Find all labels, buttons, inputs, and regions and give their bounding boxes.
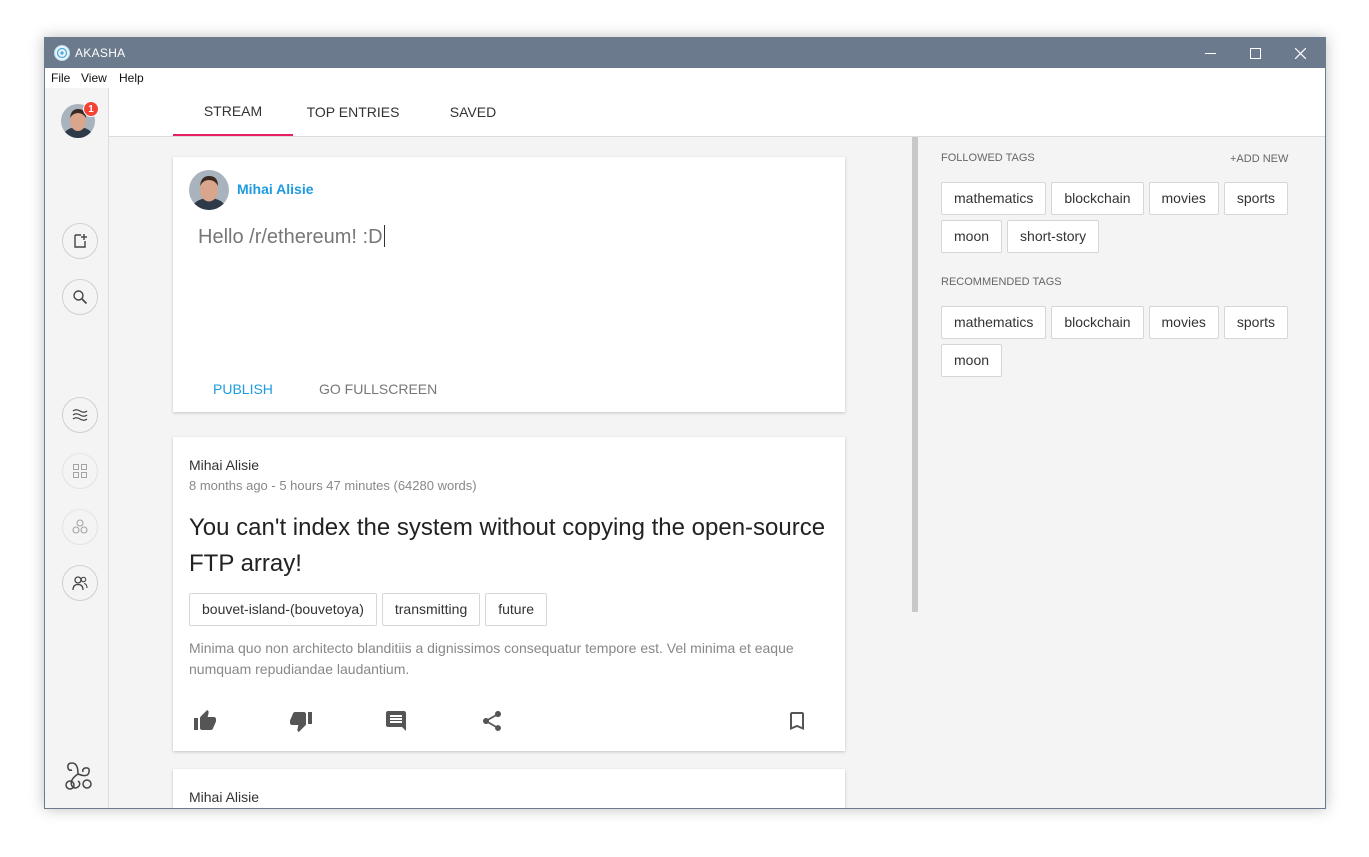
akasha-logo-icon[interactable]	[61, 758, 95, 792]
entry-card[interactable]: Mihai Alisie 8 months ago - 5 hours 47 m…	[173, 437, 845, 751]
upvote-button[interactable]	[193, 709, 217, 733]
new-entry-icon	[74, 234, 87, 248]
recommended-tag[interactable]: blockchain	[1051, 306, 1144, 339]
entry-title[interactable]: You can't index the system without copyi…	[189, 510, 839, 582]
editor-author-name[interactable]: Mihai Alisie	[237, 181, 314, 197]
communities-icon	[72, 519, 88, 534]
entry-meta: 8 months ago - 5 hours 47 minutes (64280…	[189, 478, 477, 493]
share-icon	[483, 711, 501, 731]
share-button[interactable]	[480, 709, 504, 733]
search-icon	[73, 290, 88, 305]
entry-tags: bouvet-island-(bouvetoya) transmitting fut…	[189, 593, 552, 631]
entry-editor: Mihai Alisie Hello /r/ethereum! :D PUBLI…	[173, 157, 845, 412]
close-icon	[1295, 47, 1306, 59]
add-new-tag-button[interactable]: +ADD NEW	[1230, 153, 1288, 165]
stream-button[interactable]	[62, 397, 98, 433]
text-caret	[383, 225, 385, 247]
entry-author[interactable]: Mihai Alisie	[189, 457, 259, 473]
entry-tag[interactable]: transmitting	[381, 593, 481, 626]
menu-file[interactable]: File	[51, 71, 70, 85]
apps-icon	[73, 464, 87, 478]
sidebar: 1	[45, 88, 109, 808]
new-entry-button[interactable]	[62, 223, 98, 259]
entry-tag[interactable]: future	[485, 593, 548, 626]
recommended-tag[interactable]: movies	[1148, 306, 1219, 339]
followed-tag[interactable]: movies	[1148, 182, 1219, 215]
tags-panel: FOLLOWED TAGS +ADD NEW mathematics blockc…	[918, 137, 1325, 808]
people-button[interactable]	[62, 565, 98, 601]
recommended-tag[interactable]: mathematics	[941, 306, 1047, 339]
akasha-app-icon	[54, 45, 70, 61]
recommended-tags-list: mathematics blockchain movies sports moon	[941, 306, 1321, 382]
downvote-button[interactable]	[289, 709, 313, 733]
recommended-tags-heading: RECOMMENDED TAGS	[941, 276, 1062, 288]
recommended-tag[interactable]: sports	[1223, 306, 1288, 339]
bookmark-icon	[790, 712, 804, 730]
apps-button[interactable]	[62, 453, 98, 489]
recommended-tag[interactable]: moon	[941, 344, 1003, 377]
menu-help[interactable]: Help	[119, 71, 144, 85]
entry-author[interactable]: Mihai Alisie	[189, 789, 259, 805]
followed-tag[interactable]: short-story	[1007, 220, 1100, 253]
stream-icon	[72, 409, 88, 421]
app-window: AKASHA File View Help 1 STREAM TOP ENTRI…	[44, 37, 1326, 809]
entry-excerpt: Minima quo non architecto blanditiis a d…	[189, 640, 794, 677]
comment-button[interactable]	[384, 709, 408, 733]
followed-tag[interactable]: sports	[1223, 182, 1288, 215]
menu-view[interactable]: View	[81, 71, 107, 85]
followed-tag[interactable]: mathematics	[941, 182, 1047, 215]
go-fullscreen-button[interactable]: GO FULLSCREEN	[319, 381, 437, 397]
title-bar: AKASHA	[45, 38, 1325, 68]
entry-tag[interactable]: bouvet-island-(bouvetoya)	[189, 593, 377, 626]
maximize-button[interactable]	[1233, 38, 1278, 68]
editor-input-text: Hello /r/ethereum! :D	[198, 226, 383, 248]
menu-bar: File View Help	[45, 68, 1325, 88]
maximize-icon	[1250, 47, 1261, 59]
publish-button[interactable]: PUBLISH	[213, 381, 273, 397]
followed-tags-list: mathematics blockchain movies sports moon sho…	[941, 182, 1321, 258]
editor-avatar	[189, 170, 229, 210]
thumb-down-icon	[290, 712, 312, 732]
bookmark-button[interactable]	[785, 709, 809, 733]
entry-card[interactable]: Mihai Alisie	[173, 769, 845, 808]
thumb-up-icon	[194, 710, 216, 730]
communities-button[interactable]	[62, 509, 98, 545]
search-button[interactable]	[62, 279, 98, 315]
stream-feed[interactable]: Mihai Alisie Hello /r/ethereum! :D PUBLI…	[109, 137, 912, 808]
notification-badge[interactable]: 1	[83, 101, 99, 117]
tab-top-entries[interactable]: TOP ENTRIES	[293, 88, 413, 136]
followed-tag[interactable]: blockchain	[1051, 182, 1144, 215]
followed-tags-heading: FOLLOWED TAGS	[941, 152, 1035, 164]
tab-bar: STREAM TOP ENTRIES SAVED	[109, 88, 1325, 137]
minimize-icon	[1205, 52, 1216, 54]
comment-icon	[386, 711, 406, 731]
tab-stream[interactable]: STREAM	[173, 88, 293, 136]
tab-saved[interactable]: SAVED	[413, 88, 533, 136]
minimize-button[interactable]	[1188, 38, 1233, 68]
editor-input[interactable]: Hello /r/ethereum! :D	[198, 225, 385, 249]
followed-tag[interactable]: moon	[941, 220, 1003, 253]
window-title: AKASHA	[75, 46, 126, 60]
close-button[interactable]	[1278, 38, 1323, 68]
people-icon	[72, 576, 88, 591]
